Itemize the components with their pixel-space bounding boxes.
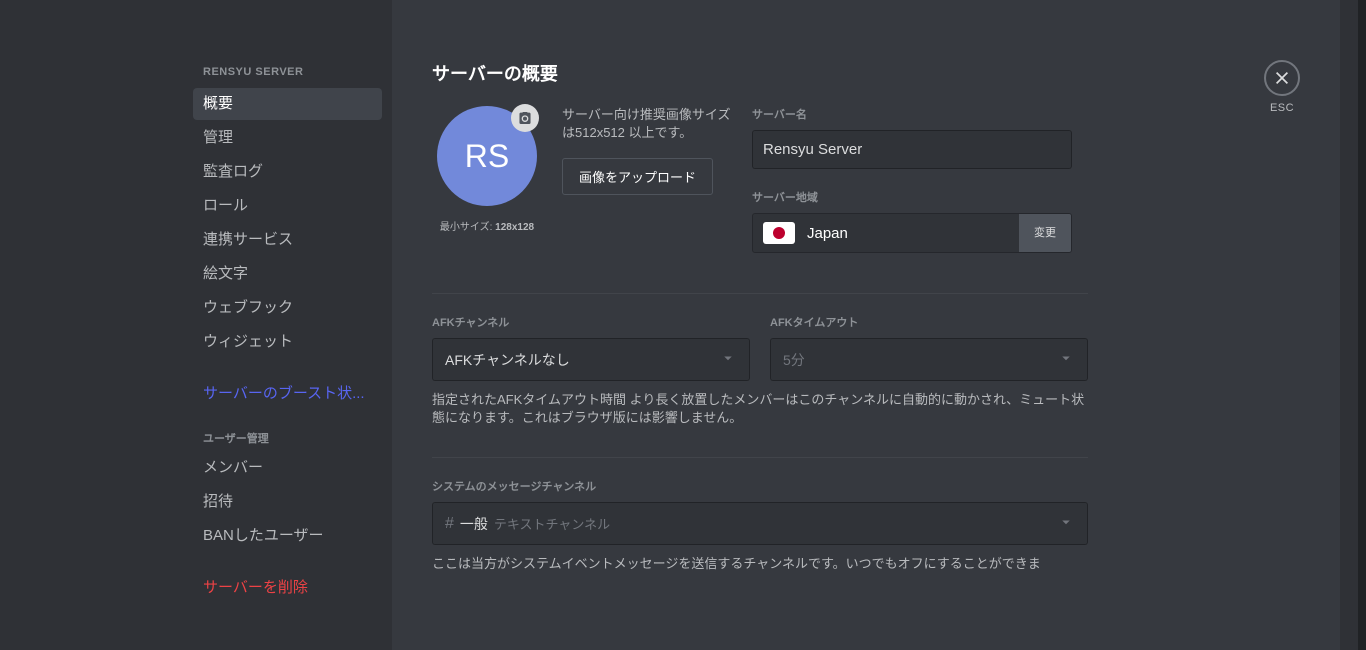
- afk-channel-value: AFKチャンネルなし: [445, 350, 570, 370]
- sidebar-item-label: 概要: [203, 95, 233, 112]
- sidebar-item-label: サーバーのブースト状...: [203, 385, 365, 402]
- recommendation-text: サーバー向け推奨画像サイズは512x512 以上です。: [562, 106, 732, 142]
- sidebar-item-label: 絵文字: [203, 265, 248, 282]
- sidebar-item-boost[interactable]: サーバーのブースト状...: [193, 378, 382, 410]
- sidebar-item-emoji[interactable]: 絵文字: [193, 258, 382, 290]
- sidebar-item-label: 連携サービス: [203, 231, 293, 248]
- sidebar-item-label: 招待: [203, 493, 233, 510]
- sidebar-item-label: 監査ログ: [203, 163, 263, 180]
- sidebar-item-label: メンバー: [203, 459, 263, 476]
- sidebar-item-roles[interactable]: ロール: [193, 190, 382, 222]
- sidebar-item-label: ウィジェット: [203, 333, 293, 350]
- server-icon[interactable]: RS: [437, 106, 537, 206]
- sidebar-item-widget[interactable]: ウィジェット: [193, 326, 382, 358]
- server-name-label: サーバー名: [752, 106, 1072, 122]
- change-region-button[interactable]: 変更: [1019, 214, 1071, 252]
- sidebar-item-delete-server[interactable]: サーバーを削除: [193, 572, 382, 604]
- system-channel-select[interactable]: # 一般 テキストチャンネル: [432, 502, 1088, 545]
- server-region-label: サーバー地域: [752, 189, 1072, 205]
- divider: [432, 457, 1088, 458]
- afk-channel-select[interactable]: AFKチャンネルなし: [432, 338, 750, 381]
- settings-sidebar: RENSYU SERVER 概要 管理 監査ログ ロール 連携サービス 絵文字 …: [183, 0, 392, 650]
- afk-timeout-select[interactable]: 5分: [770, 338, 1088, 381]
- server-region-display: Japan: [753, 214, 1019, 252]
- scrollbar[interactable]: [1358, 0, 1366, 650]
- system-help-text: ここは当方がシステムイベントメッセージを送信するチャンネルです。いつでもオフにす…: [432, 555, 1088, 573]
- sidebar-item-members[interactable]: メンバー: [193, 452, 382, 484]
- sidebar-item-webhooks[interactable]: ウェブフック: [193, 292, 382, 324]
- system-channel-hint: テキストチャンネル: [494, 514, 610, 533]
- sidebar-item-invites[interactable]: 招待: [193, 486, 382, 518]
- left-gutter: [0, 0, 183, 650]
- sidebar-item-label: ロール: [203, 197, 248, 214]
- content-area: ESC サーバーの概要 RS 最小サイズ: 128x128 サーバー向け推奨画像…: [392, 0, 1340, 650]
- afk-help-text: 指定されたAFKタイムアウト時間 より長く放置したメンバーはこのチャンネルに自動…: [432, 391, 1088, 427]
- system-channel-label: システムのメッセージチャンネル: [432, 478, 1300, 494]
- region-name: Japan: [807, 225, 848, 242]
- sidebar-item-overview[interactable]: 概要: [193, 88, 382, 120]
- chevron-down-icon: [1057, 513, 1075, 534]
- divider: [432, 293, 1088, 294]
- close-icon: [1264, 60, 1300, 96]
- sidebar-item-label: BANしたユーザー: [203, 527, 324, 544]
- min-size-text: 最小サイズ: 128x128: [440, 218, 534, 233]
- sidebar-item-bans[interactable]: BANしたユーザー: [193, 520, 382, 552]
- system-channel-name: 一般: [460, 514, 488, 534]
- sidebar-item-integrations[interactable]: 連携サービス: [193, 224, 382, 256]
- japan-flag-icon: [763, 222, 795, 244]
- close-button[interactable]: ESC: [1264, 60, 1300, 114]
- sidebar-item-label: 管理: [203, 129, 233, 146]
- chevron-down-icon: [719, 349, 737, 370]
- sidebar-item-audit-log[interactable]: 監査ログ: [193, 156, 382, 188]
- page-title: サーバーの概要: [432, 60, 1300, 86]
- upload-image-button[interactable]: 画像をアップロード: [562, 158, 713, 195]
- hash-icon: #: [445, 515, 454, 533]
- afk-timeout-value: 5分: [783, 350, 805, 370]
- sidebar-subheader-user-mgmt: ユーザー管理: [193, 412, 382, 452]
- chevron-down-icon: [1057, 349, 1075, 370]
- right-gutter: [1340, 0, 1358, 650]
- afk-timeout-label: AFKタイムアウト: [770, 314, 1088, 330]
- sidebar-item-moderation[interactable]: 管理: [193, 122, 382, 154]
- sidebar-item-label: サーバーを削除: [203, 579, 308, 596]
- sidebar-item-label: ウェブフック: [203, 299, 293, 316]
- server-region-row: Japan 変更: [752, 213, 1072, 253]
- close-label: ESC: [1270, 102, 1294, 114]
- upload-icon: [511, 104, 539, 132]
- afk-channel-label: AFKチャンネル: [432, 314, 750, 330]
- sidebar-header: RENSYU SERVER: [193, 60, 382, 84]
- server-initials: RS: [465, 138, 509, 175]
- server-name-input[interactable]: [752, 130, 1072, 169]
